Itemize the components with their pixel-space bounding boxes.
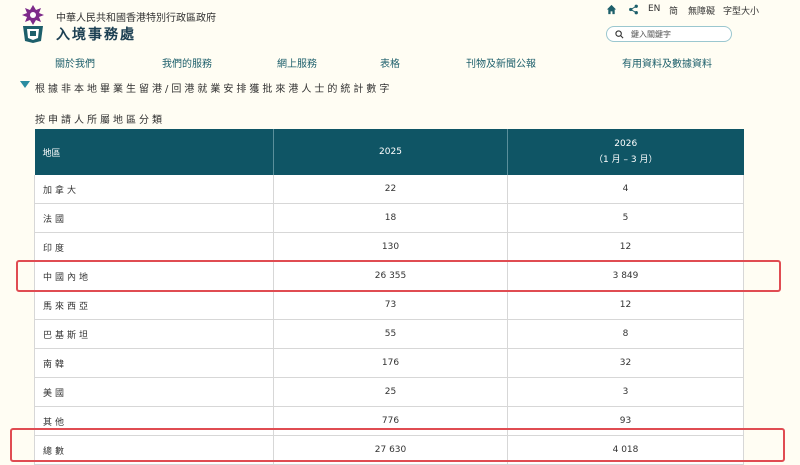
share-icon[interactable] [628, 4, 639, 15]
region-cell: 美國 [34, 377, 274, 407]
font-size-link[interactable]: 字型大小 [723, 4, 759, 17]
search-box[interactable] [606, 26, 732, 42]
highlight-box-total [10, 428, 785, 462]
table-row: 法國 18 5 [34, 203, 744, 233]
header-2026: 2026 （1 月 – 3 月） [507, 129, 744, 175]
value-2026-cell: 32 [507, 348, 744, 378]
accessibility-link[interactable]: 無障礙 [688, 4, 715, 17]
statistics-table: 地區 2025 2026 （1 月 – 3 月） 加拿大 22 4 法國 18 … [34, 129, 744, 465]
table-row: 巴基斯坦 55 8 [34, 319, 744, 349]
hkid-logo-icon[interactable] [20, 4, 46, 44]
table-subtitle: 按申請人所屬地區分類 [35, 115, 165, 126]
table-row: 加拿大 22 4 [34, 175, 744, 204]
value-2026-cell: 8 [507, 319, 744, 349]
region-cell: 巴基斯坦 [34, 319, 274, 349]
nav-about-us[interactable]: 關於我們 [55, 55, 95, 70]
section-title[interactable]: 根據非本地畢業生留港/回港就業安排獲批來港人士的統計數字 [35, 80, 392, 95]
lang-en-link[interactable]: EN [648, 4, 660, 14]
search-icon[interactable] [615, 30, 624, 39]
value-2025-cell: 25 [273, 377, 508, 407]
highlight-box-mainland [16, 260, 781, 292]
region-cell: 南韓 [34, 348, 274, 378]
table-header-row: 地區 2025 2026 （1 月 – 3 月） [34, 129, 744, 175]
table-row: 馬來西亞 73 12 [34, 290, 744, 320]
value-2026-cell: 12 [507, 290, 744, 320]
home-icon[interactable] [606, 4, 617, 15]
header-2026-period: （1 月 – 3 月） [594, 155, 658, 165]
search-input[interactable] [631, 28, 727, 40]
table-row: 美國 25 3 [34, 377, 744, 407]
lang-sc-link[interactable]: 简 [669, 4, 678, 17]
value-2025-cell: 18 [273, 203, 508, 233]
region-cell: 法國 [34, 203, 274, 233]
nav-online-services[interactable]: 網上服務 [277, 55, 317, 70]
value-2026-cell: 5 [507, 203, 744, 233]
nav-useful-info-statistics[interactable]: 有用資料及數據資料 [622, 55, 712, 70]
nav-publications-press[interactable]: 刊物及新聞公報 [466, 55, 536, 70]
region-cell: 印度 [34, 232, 274, 262]
value-2026-cell: 12 [507, 232, 744, 262]
header-2025: 2025 [273, 129, 508, 175]
value-2025-cell: 55 [273, 319, 508, 349]
header-region: 地區 [34, 129, 274, 175]
nav-forms[interactable]: 表格 [380, 55, 400, 70]
value-2025-cell: 22 [273, 175, 508, 204]
value-2026-cell: 4 [507, 175, 744, 204]
region-cell: 馬來西亞 [34, 290, 274, 320]
value-2025-cell: 176 [273, 348, 508, 378]
department-name[interactable]: 入境事務處 [56, 24, 136, 44]
government-name: 中華人民共和國香港特別行政區政府 [56, 13, 216, 24]
value-2025-cell: 73 [273, 290, 508, 320]
nav-our-services[interactable]: 我們的服務 [162, 55, 212, 70]
table-row: 印度 130 12 [34, 232, 744, 262]
value-2025-cell: 130 [273, 232, 508, 262]
value-2026-cell: 3 [507, 377, 744, 407]
header-2026-year: 2026 [614, 139, 638, 149]
triangle-down-icon[interactable] [20, 81, 30, 88]
region-cell: 加拿大 [34, 175, 274, 204]
table-row: 南韓 176 32 [34, 348, 744, 378]
